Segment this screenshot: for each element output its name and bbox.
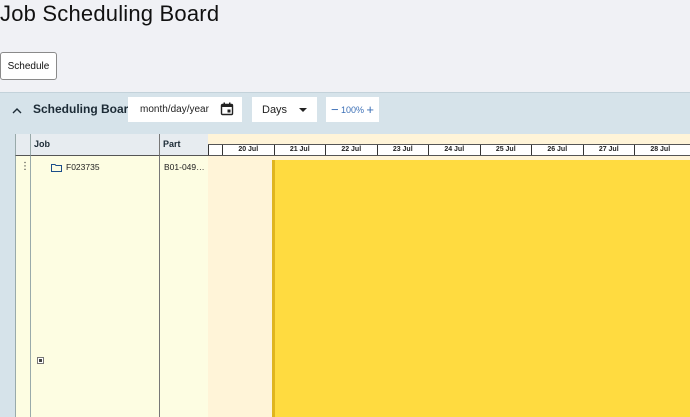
timeline-day: 23 Jul	[376, 145, 429, 155]
job-column	[31, 134, 160, 417]
expand-row-icon[interactable]	[37, 357, 44, 364]
scheduling-grid: Job Part ⋮ F023735 B01-049… 20 Jul 21 Ju…	[0, 126, 690, 417]
timeline-header: 20 Jul 21 Jul 22 Jul 23 Jul 24 Jul 25 Ju…	[208, 144, 690, 156]
date-placeholder: month/day/year	[140, 104, 209, 115]
part-column	[160, 134, 208, 417]
timeline-day: 24 Jul	[428, 145, 480, 155]
part-number: B01-049…	[164, 162, 205, 172]
job-schedule-bar[interactable]	[272, 160, 690, 417]
zoom-level: 100%	[340, 104, 365, 115]
timeline-day: 27 Jul	[582, 145, 635, 155]
zoom-control: − 100% +	[326, 97, 379, 122]
timeline-day: 28 Jul	[634, 145, 686, 155]
timeline-day: 22 Jul	[325, 145, 377, 155]
gantt-timeline: 20 Jul 21 Jul 22 Jul 23 Jul 24 Jul 25 Ju…	[208, 134, 690, 417]
timeline-day: 21 Jul	[273, 145, 326, 155]
timeline-day-start	[208, 145, 222, 155]
chevron-down-icon	[299, 108, 307, 112]
timeline-day: 26 Jul	[531, 145, 583, 155]
timeline-day: 25 Jul	[479, 145, 532, 155]
scheduling-board-header: Scheduling Board month/day/year Days − 1…	[0, 92, 690, 126]
timeline-day: 20 Jul	[222, 145, 274, 155]
board-title: Scheduling Board	[33, 102, 136, 116]
job-id: F023735	[66, 162, 100, 172]
chevron-up-icon[interactable]	[9, 102, 25, 118]
page-title: Job Scheduling Board	[0, 1, 220, 26]
job-row-item[interactable]: F023735	[51, 162, 100, 172]
zoom-out-button[interactable]: −	[331, 103, 339, 116]
job-column-header[interactable]: Job	[31, 134, 160, 156]
row-handle-column	[15, 134, 31, 417]
view-mode-value: Days	[262, 103, 288, 116]
date-input[interactable]: month/day/year	[128, 97, 242, 122]
zoom-in-button[interactable]: +	[366, 103, 374, 116]
left-gutter	[0, 126, 15, 417]
calendar-icon[interactable]	[220, 102, 234, 116]
schedule-button[interactable]: Schedule	[0, 52, 57, 80]
view-mode-select[interactable]: Days	[252, 97, 317, 122]
handle-column-header	[15, 134, 31, 156]
folder-icon	[51, 163, 62, 172]
part-column-header[interactable]: Part	[160, 134, 208, 156]
more-vertical-icon[interactable]: ⋮	[20, 162, 30, 172]
